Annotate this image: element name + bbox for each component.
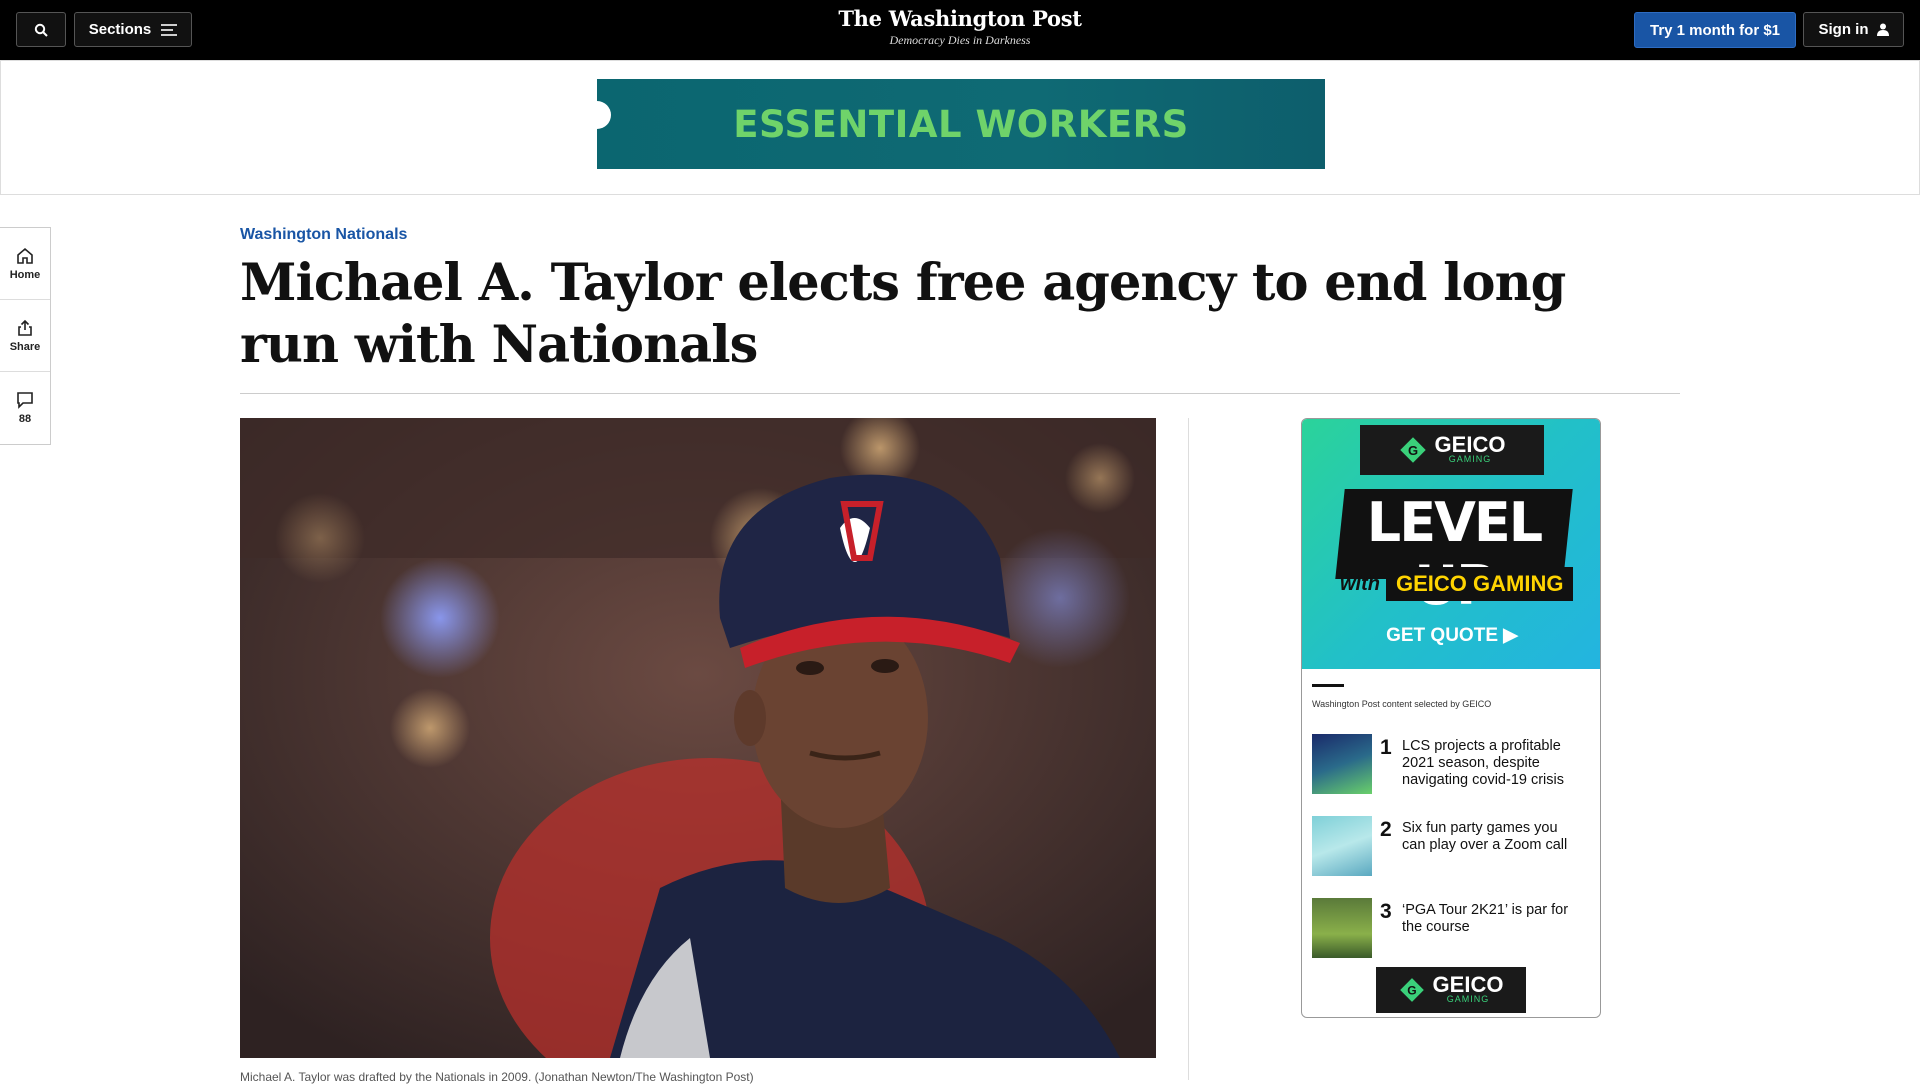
ad-decoration [591,101,611,129]
top-ad-container: ESSENTIAL WORKERS [0,60,1920,195]
left-rail: Home Share 88 [0,227,51,445]
geico-gaming-brand: GEICO GAMING [1386,567,1574,601]
user-icon [1876,23,1889,36]
ad-item-number: 1 [1380,736,1392,759]
ad-separator [1312,684,1344,687]
geico-diamond-icon: G [1399,978,1424,1002]
signin-button[interactable]: Sign in [1803,12,1904,47]
brand-name: The Washington Post [838,6,1082,31]
comments-count: 88 [18,413,32,425]
top-nav-bar: Sections The Washington Post Democracy D… [0,0,1920,60]
get-quote-button[interactable]: GET QUOTE ▶ [1302,624,1600,647]
rail-share-label: Share [9,340,41,353]
geico-logo-word: GEICO [1434,432,1506,457]
ad-item-title: LCS projects a profitable 2021 season, d… [1402,738,1564,788]
search-button[interactable] [16,12,66,47]
svg-text:G: G [1407,984,1416,998]
brand-logo[interactable]: The Washington Post Democracy Dies in Da… [760,6,1160,48]
sections-label: Sections [88,21,152,38]
brand-tagline: Democracy Dies in Darkness [889,33,1031,47]
ad-item-number: 2 [1380,818,1392,841]
signin-label: Sign in [1818,21,1869,38]
ad-item-title: ‘PGA Tour 2K21’ is par for the course [1402,902,1569,935]
ad-item-title: Six fun party games you can play over a … [1402,820,1568,853]
ad-thumbnail [1312,734,1372,794]
player-photo-illustration [240,418,1156,1058]
sections-button[interactable]: Sections [74,12,192,47]
headline-divider [240,393,1680,394]
ad-list-item[interactable]: 1 LCS projects a profitable 2021 season,… [1312,734,1592,796]
subscribe-button[interactable]: Try 1 month for $1 [1634,12,1796,48]
rail-home[interactable]: Home [0,228,50,300]
comment-icon [17,392,33,409]
rail-comments[interactable]: 88 [0,372,50,444]
sidebar-ad[interactable]: G GEICO GAMING LEVEL UP with GEICO GAMIN… [1301,418,1601,1018]
article-headline: Michael A. Taylor elects free agency to … [240,253,1566,375]
geico-diamond-icon: G [1399,437,1426,463]
top-ad-banner[interactable]: ESSENTIAL WORKERS [591,79,1325,169]
with-text: with [1340,572,1380,595]
with-row: with GEICO GAMING [1340,567,1574,601]
top-ad-text: ESSENTIAL WORKERS [733,102,1189,146]
ad-thumbnail [1312,898,1372,958]
rail-home-label: Home [9,268,41,281]
share-icon [18,319,32,336]
column-divider [1188,418,1189,1080]
ad-sponsor-note: Washington Post content selected by GEIC… [1312,699,1492,709]
ad-list-item[interactable]: 3 ‘PGA Tour 2K21’ is par for the course [1312,898,1592,960]
home-icon [17,247,33,264]
article-photo [240,418,1156,1058]
svg-text:G: G [1407,443,1417,458]
sidebar-ad-hero[interactable]: G GEICO GAMING LEVEL UP with GEICO GAMIN… [1302,419,1600,669]
menu-icon [161,23,178,36]
rail-share[interactable]: Share [0,300,50,372]
ad-thumbnail [1312,816,1372,876]
ad-item-number: 3 [1380,900,1392,923]
section-kicker-link[interactable]: Washington Nationals [240,226,407,244]
search-icon [34,23,48,37]
geico-logo: G GEICO GAMING [1360,425,1544,475]
geico-bottom-word: GEICO [1432,972,1504,997]
photo-caption: Michael A. Taylor was drafted by the Nat… [240,1070,754,1084]
geico-bottom-logo[interactable]: G GEICO GAMING [1376,967,1526,1013]
ad-list-item[interactable]: 2 Six fun party games you can play over … [1312,816,1592,878]
